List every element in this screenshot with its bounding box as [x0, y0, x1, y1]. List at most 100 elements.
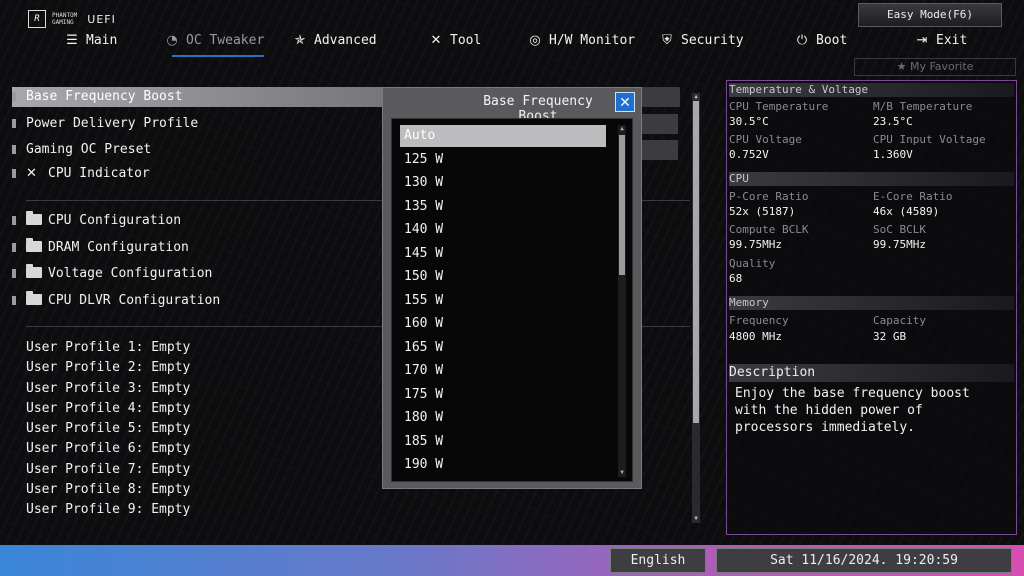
easy-mode-button[interactable]: Easy Mode(F6): [858, 3, 1002, 27]
bullet: [12, 145, 16, 154]
option-item[interactable]: 180 W: [400, 407, 606, 429]
bullet: [12, 269, 16, 278]
brand-line1: PHANTOM: [52, 12, 78, 19]
scroll-thumb[interactable]: [619, 135, 625, 275]
folder-icon: [26, 211, 42, 225]
star-icon: ✯: [294, 33, 306, 48]
tab-hw-monitor-label: H/W Monitor: [549, 33, 636, 48]
tab-exit[interactable]: ⇥ Exit: [914, 29, 968, 53]
option-dialog: Base Frequency Boost ✕ Auto 125 W 130 W …: [382, 87, 642, 489]
frequency-label: Frequency: [729, 314, 789, 327]
option-item[interactable]: 165 W: [400, 337, 606, 359]
user-profile-3[interactable]: User Profile 3: Empty: [26, 379, 190, 399]
scroll-up-icon[interactable]: ▲: [692, 93, 700, 101]
tab-oc-tweaker-label: OC Tweaker: [186, 33, 265, 48]
user-profile-8[interactable]: User Profile 8: Empty: [26, 480, 190, 500]
folder-icon: [26, 264, 42, 278]
option-item[interactable]: 130 W: [400, 172, 606, 194]
scroll-down-icon[interactable]: ▼: [618, 469, 626, 477]
tab-advanced-label: Advanced: [314, 33, 377, 48]
pcore-label: P-Core Ratio: [729, 190, 809, 203]
user-profile-4[interactable]: User Profile 4: Empty: [26, 399, 190, 419]
tab-advanced[interactable]: ✯ Advanced: [292, 29, 377, 53]
bullet: [12, 169, 16, 178]
dialog-scrollbar[interactable]: ▲ ▼: [618, 125, 626, 477]
shield-icon: ⛨: [662, 33, 672, 48]
submenu-label: CPU Configuration: [48, 213, 182, 228]
user-profile-7[interactable]: User Profile 7: Empty: [26, 460, 190, 480]
mb-temp-label: M/B Temperature: [873, 100, 973, 113]
cpu-temp-value: 30.5°C: [729, 115, 769, 128]
option-list: Auto 125 W 130 W 135 W 140 W 145 W 150 W…: [391, 118, 633, 482]
tab-tool[interactable]: ✕ Tool: [428, 29, 482, 53]
option-item[interactable]: Auto: [400, 125, 606, 147]
pcore-value: 52x (5187): [729, 205, 796, 218]
brand-text: PHANTOM GAMING: [52, 12, 77, 26]
language-button[interactable]: English: [610, 548, 706, 573]
tab-exit-label: Exit: [936, 33, 968, 48]
option-item[interactable]: 135 W: [400, 196, 606, 218]
user-profile-1[interactable]: User Profile 1: Empty: [26, 338, 190, 358]
submenu-label: DRAM Configuration: [48, 240, 189, 255]
mb-temp-value: 23.5°C: [873, 115, 913, 128]
soc-bclk-value: 99.75MHz: [873, 238, 926, 251]
option-item[interactable]: 140 W: [400, 219, 606, 241]
ecore-value: 46x (4589): [873, 205, 940, 218]
tab-tool-label: Tool: [450, 33, 482, 48]
option-item[interactable]: 145 W: [400, 243, 606, 265]
quality-label: Quality: [729, 257, 776, 270]
tab-main[interactable]: ☰ Main: [64, 29, 117, 53]
cpu-input-voltage-value: 1.360V: [873, 148, 913, 161]
tab-oc-tweaker[interactable]: ◔ OC Tweaker: [164, 29, 265, 57]
option-item[interactable]: 175 W: [400, 384, 606, 406]
option-item[interactable]: 190 W: [400, 454, 606, 476]
option-item[interactable]: 170 W: [400, 360, 606, 382]
tools-icon: ✕: [430, 33, 442, 48]
setting-label: Gaming OC Preset: [26, 142, 152, 157]
scroll-thumb[interactable]: [693, 101, 699, 423]
option-item[interactable]: 150 W: [400, 266, 606, 288]
option-item[interactable]: 125 W: [400, 149, 606, 171]
option-item[interactable]: 155 W: [400, 290, 606, 312]
user-profile-6[interactable]: User Profile 6: Empty: [26, 439, 190, 459]
main-scrollbar[interactable]: ▲ ▼: [692, 93, 700, 523]
setting-label: CPU Indicator: [48, 166, 150, 181]
user-profile-2[interactable]: User Profile 2: Empty: [26, 358, 190, 378]
hw-monitor-panel: Temperature & Voltage CPU Temperature 30…: [726, 80, 1017, 535]
submenu-label: Voltage Configuration: [48, 266, 213, 281]
submenu-label: CPU DLVR Configuration: [48, 293, 221, 308]
cpu-temp-label: CPU Temperature: [729, 100, 829, 113]
logo: R PHANTOM GAMING UEFI: [28, 10, 116, 28]
ecore-label: E-Core Ratio: [873, 190, 953, 203]
soc-bclk-label: SoC BCLK: [873, 223, 926, 236]
tab-main-label: Main: [86, 33, 118, 48]
my-favorite-button[interactable]: ★ My Favorite: [854, 58, 1016, 76]
exit-icon: ⇥: [916, 33, 928, 48]
scroll-down-icon[interactable]: ▼: [692, 515, 700, 523]
scroll-up-icon[interactable]: ▲: [618, 125, 626, 133]
quality-value: 68: [729, 272, 743, 285]
monitor-icon: ◎: [529, 33, 541, 48]
compute-bclk-value: 99.75MHz: [729, 238, 782, 251]
option-item[interactable]: 160 W: [400, 313, 606, 335]
tab-security-label: Security: [681, 33, 744, 48]
tab-boot[interactable]: ⏻ Boot: [794, 29, 847, 53]
brand-line2: GAMING: [52, 19, 74, 26]
bullet: [12, 296, 16, 305]
tab-hw-monitor[interactable]: ◎ H/W Monitor: [527, 29, 635, 53]
setting-label: Power Delivery Profile: [26, 116, 199, 131]
tab-security[interactable]: ⛨ Security: [659, 29, 744, 53]
user-profile-5[interactable]: User Profile 5: Empty: [26, 419, 190, 439]
datetime-display: Sat 11/16/2024. 19:20:59: [716, 548, 1012, 573]
bullet: [12, 119, 16, 128]
memory-header: Memory: [729, 296, 1014, 310]
close-icon[interactable]: ✕: [615, 92, 635, 112]
compute-bclk-label: Compute BCLK: [729, 223, 809, 236]
option-item[interactable]: 185 W: [400, 431, 606, 453]
folder-icon: [26, 291, 42, 305]
folder-icon: [26, 238, 42, 252]
user-profile-9[interactable]: User Profile 9: Empty: [26, 500, 190, 520]
phantom-logo-icon: R: [28, 10, 46, 28]
main-nav: ☰ Main ◔ OC Tweaker ✯ Advanced ✕ Tool ◎ H/W M…: [0, 29, 1024, 57]
bullet: [12, 92, 16, 101]
